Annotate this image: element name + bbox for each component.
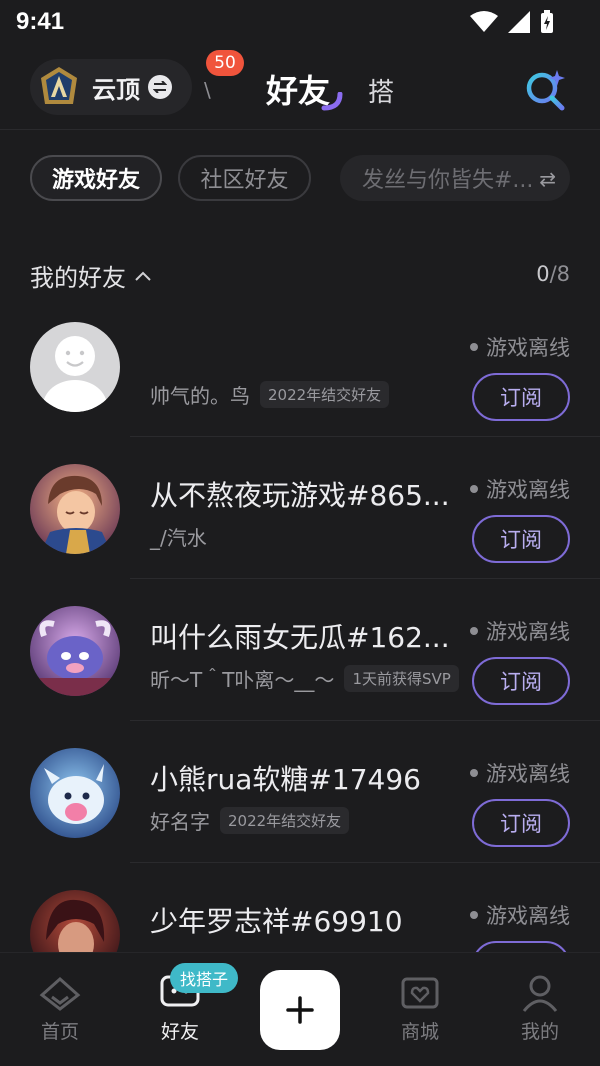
notification-badge: 50 <box>206 50 244 76</box>
subscribe-button[interactable]: 订阅 <box>472 373 570 421</box>
friend-subline: 昕～T＾T卟离～__～ 1天前获得SVP <box>150 664 459 693</box>
friend-tag: 2022年结交好友 <box>260 381 390 408</box>
plus-icon <box>286 996 314 1024</box>
tft-logo-icon <box>41 67 77 104</box>
friend-search-field[interactable]: 发丝与你皆失#... ⇄ <box>340 155 570 201</box>
section-title: 我的好友 <box>30 264 126 292</box>
top-navigation: 云顶 50 \ 好友 搭 <box>0 48 600 130</box>
friend-tag: 1天前获得SVP <box>344 665 459 692</box>
subscribe-button[interactable]: 订阅 <box>472 941 570 952</box>
friend-name: 小熊rua软糖#17496 <box>150 763 421 796</box>
friend-status: 游戏离线 <box>470 616 570 646</box>
search-sparkle-icon[interactable] <box>522 66 568 112</box>
subscribe-button[interactable]: 订阅 <box>472 657 570 705</box>
friend-status: 游戏离线 <box>470 474 570 504</box>
friend-name: 少年罗志祥#69910 <box>150 905 403 938</box>
active-tab-indicator <box>321 92 343 111</box>
bottom-navigation: 首页 好友 找搭子 商城 我的 <box>0 952 600 1066</box>
friend-subline: _/汽水 <box>150 522 207 551</box>
divider <box>130 578 600 579</box>
nav-friends-label: 好友 <box>160 1021 199 1043</box>
friend-status: 游戏离线 <box>470 758 570 788</box>
chevron-up-icon <box>135 271 151 281</box>
status-dot <box>470 485 478 493</box>
friend-row[interactable]: 少年罗志祥#69910 游戏离线 订阅 <box>0 890 600 952</box>
status-dot <box>470 627 478 635</box>
friend-subline: 好名字 2022年结交好友 <box>150 806 350 835</box>
status-label: 游戏离线 <box>486 762 570 786</box>
friend-row[interactable]: 小熊rua软糖#17496 好名字 2022年结交好友 游戏离线 订阅 <box>0 748 600 890</box>
total-count: /8 <box>549 262 570 286</box>
battery-icon <box>541 10 553 33</box>
tab-partner[interactable]: 搭 <box>368 72 394 109</box>
friend-tag: 2022年结交好友 <box>220 807 350 834</box>
avatar-champion[interactable] <box>30 464 120 554</box>
friend-status: 游戏离线 <box>470 332 570 362</box>
home-icon <box>39 976 81 1011</box>
friend-row[interactable]: 叫什么雨女无瓜#162... 昕～T＾T卟离～__～ 1天前获得SVP 游戏离线… <box>0 606 600 748</box>
status-icons <box>470 10 554 34</box>
profile-icon <box>522 975 558 1012</box>
chip-game-friends[interactable]: 游戏好友 <box>30 155 162 201</box>
nav-home-label: 首页 <box>40 1021 79 1043</box>
swap-icon <box>148 75 172 99</box>
friend-row[interactable]: 帅气的。鸟 2022年结交好友 游戏离线 订阅 <box>0 322 600 464</box>
divider <box>130 720 600 721</box>
game-name: 云顶 <box>92 75 140 104</box>
friend-name: 叫什么雨女无瓜#162... <box>150 621 450 654</box>
status-label: 游戏离线 <box>486 904 570 928</box>
filter-chips: 游戏好友 社区好友 发丝与你皆失#... ⇄ <box>0 155 600 205</box>
friend-nickname: 好名字 <box>150 810 210 834</box>
swap-arrows-icon[interactable]: ⇄ <box>539 167 556 191</box>
divider <box>130 862 600 863</box>
divider <box>130 436 600 437</box>
nav-profile[interactable]: 我的 <box>500 973 580 1044</box>
game-switcher[interactable]: 云顶 <box>30 59 192 115</box>
nav-profile-label: 我的 <box>520 1021 559 1043</box>
friend-status: 游戏离线 <box>470 900 570 930</box>
nav-shop-label: 商城 <box>400 1021 439 1043</box>
shop-icon <box>401 977 439 1009</box>
search-placeholder: 发丝与你皆失#... <box>362 168 534 193</box>
friend-nickname: _/汽水 <box>150 526 207 550</box>
friend-nickname: 帅气的。鸟 <box>150 384 250 408</box>
wifi-icon <box>470 11 498 32</box>
status-label: 游戏离线 <box>486 478 570 502</box>
status-dot <box>470 343 478 351</box>
avatar-default[interactable] <box>30 322 120 412</box>
chip-community-friends[interactable]: 社区好友 <box>178 155 311 201</box>
avatar-poro[interactable] <box>30 748 120 838</box>
subscribe-button[interactable]: 订阅 <box>472 515 570 563</box>
my-friends-header[interactable]: 我的好友 <box>30 258 152 293</box>
friend-row[interactable]: 从不熬夜玩游戏#865... _/汽水 游戏离线 订阅 <box>0 464 600 606</box>
subscribe-button[interactable]: 订阅 <box>472 799 570 847</box>
nav-shop[interactable]: 商城 <box>380 973 460 1044</box>
status-label: 游戏离线 <box>486 620 570 644</box>
status-label: 游戏离线 <box>486 336 570 360</box>
create-button[interactable] <box>260 970 340 1050</box>
status-bar: 9:41 <box>0 0 600 48</box>
status-time: 9:41 <box>16 8 65 35</box>
tab-partial[interactable]: \ <box>204 78 211 102</box>
find-partner-bubble[interactable]: 找搭子 <box>170 963 239 993</box>
nav-home[interactable]: 首页 <box>20 973 100 1044</box>
status-dot <box>470 769 478 777</box>
friend-nickname: 昕～T＾T卟离～__～ <box>150 668 335 692</box>
signal-icon <box>508 11 530 33</box>
avatar-creature[interactable] <box>30 606 120 696</box>
friend-name: 从不熬夜玩游戏#865... <box>150 479 450 512</box>
avatar-champion-dark[interactable] <box>30 890 120 952</box>
status-dot <box>470 911 478 919</box>
friend-count: 0/8 <box>536 262 570 286</box>
online-count: 0 <box>536 262 550 286</box>
friend-subline: 帅气的。鸟 2022年结交好友 <box>150 380 390 409</box>
